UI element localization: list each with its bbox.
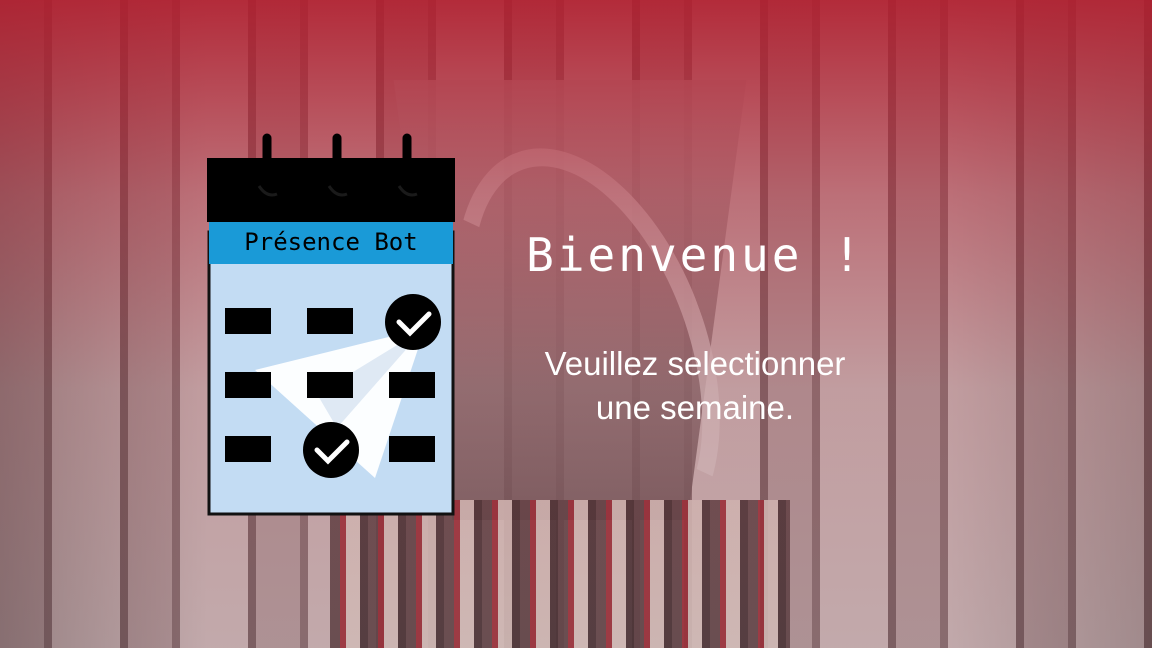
welcome-screen: Présence Bot Bienvenue ! Veuillez select…	[0, 0, 1152, 648]
instruction-line-2: une semaine.	[595, 389, 795, 426]
welcome-instruction: Veuillez selectionner une semaine.	[480, 342, 910, 430]
logo-title: Présence Bot	[244, 228, 418, 256]
instruction-line-1: Veuillez selectionner	[544, 345, 846, 382]
calendar-icon	[207, 133, 455, 516]
red-gradient-overlay	[0, 0, 1152, 648]
welcome-title: Bienvenue !	[526, 228, 864, 282]
presence-bot-logo: Présence Bot	[207, 132, 455, 516]
